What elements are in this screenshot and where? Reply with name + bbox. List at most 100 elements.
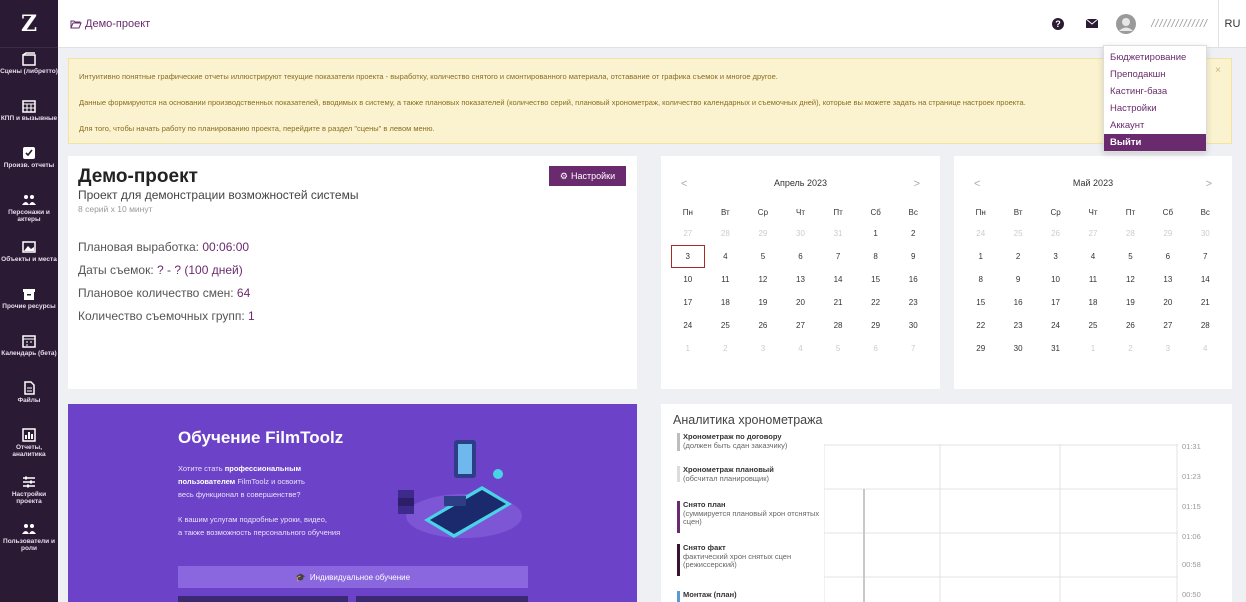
calendar-day[interactable]: 4 [782, 337, 820, 360]
calendar-day[interactable]: 6 [1149, 245, 1186, 268]
sidebar-item[interactable]: Файлы [0, 377, 58, 424]
sidebar-item[interactable]: Произв. отчеты [0, 142, 58, 189]
sidebar-item[interactable]: Отчеты, аналитика [0, 424, 58, 471]
calendar-day[interactable]: 10 [1037, 268, 1074, 291]
calendar-day[interactable]: 29 [962, 337, 999, 360]
calendar-day[interactable]: 25 [707, 314, 745, 337]
calendar-day[interactable]: 19 [744, 291, 782, 314]
calendar-day[interactable]: 27 [1149, 314, 1186, 337]
breadcrumb[interactable]: Демо-проект [70, 18, 150, 30]
calendar-day[interactable]: 11 [1074, 268, 1111, 291]
sidebar-item[interactable]: КПП и вызывные [0, 95, 58, 142]
calendar-day[interactable]: 12 [1112, 268, 1149, 291]
calendar-day[interactable]: 7 [1187, 245, 1224, 268]
calendar-day[interactable]: 26 [1037, 222, 1074, 245]
calendar-day[interactable]: 24 [1037, 314, 1074, 337]
calendar-day[interactable]: 4 [707, 245, 745, 268]
calendar-day[interactable]: 18 [1074, 291, 1111, 314]
calendar-day[interactable]: 26 [744, 314, 782, 337]
sidebar-item[interactable]: Прочие ресурсы [0, 283, 58, 330]
calendar-day[interactable]: 26 [1112, 314, 1149, 337]
user-menu-item[interactable]: Аккаунт [1104, 117, 1206, 134]
calendar-day[interactable]: 19 [1112, 291, 1149, 314]
calendar-day[interactable]: 3 [744, 337, 782, 360]
calendar-day[interactable]: 31 [819, 222, 857, 245]
calendar-day[interactable]: 6 [857, 337, 895, 360]
calendar-day[interactable]: 2 [999, 245, 1036, 268]
calendar-day[interactable]: 29 [1149, 222, 1186, 245]
calendar-day[interactable]: 4 [1187, 337, 1224, 360]
calendar-day[interactable]: 1 [962, 245, 999, 268]
calendar-day[interactable]: 27 [1074, 222, 1111, 245]
promo-tab[interactable] [178, 596, 348, 602]
calendar-day[interactable]: 23 [999, 314, 1036, 337]
calendar-day[interactable]: 20 [1149, 291, 1186, 314]
calendar-day[interactable]: 3 [1149, 337, 1186, 360]
calendar-day[interactable]: 28 [1112, 222, 1149, 245]
calendar-day[interactable]: 5 [744, 245, 782, 268]
calendar-day[interactable]: 8 [962, 268, 999, 291]
calendar-day[interactable]: 29 [744, 222, 782, 245]
user-menu-item[interactable]: Преподакшн [1104, 66, 1206, 83]
sidebar-item[interactable]: Объекты и места [0, 236, 58, 283]
calendar-day[interactable]: 27 [782, 314, 820, 337]
calendar-day[interactable]: 21 [819, 291, 857, 314]
calendar-day[interactable]: 4 [1074, 245, 1111, 268]
calendar-day[interactable]: 11 [707, 268, 745, 291]
calendar-day[interactable]: 30 [999, 337, 1036, 360]
user-menu-item[interactable]: Выйти [1104, 134, 1206, 151]
calendar-day[interactable]: 6 [782, 245, 820, 268]
help-button[interactable]: ? [1041, 0, 1075, 48]
calendar-day[interactable]: 30 [894, 314, 932, 337]
calendar-prev-button[interactable]: < [681, 178, 687, 190]
calendar-day[interactable]: 17 [1037, 291, 1074, 314]
language-switcher[interactable]: RU [1218, 0, 1246, 48]
sidebar-item[interactable]: Пользователи и роли [0, 518, 58, 565]
calendar-day[interactable]: 17 [669, 291, 707, 314]
calendar-day[interactable]: 3 [1037, 245, 1074, 268]
calendar-day[interactable]: 13 [1149, 268, 1186, 291]
calendar-day[interactable]: 2 [894, 222, 932, 245]
calendar-day[interactable]: 5 [1112, 245, 1149, 268]
promo-tab[interactable] [356, 596, 528, 602]
calendar-day[interactable]: 8 [857, 245, 895, 268]
calendar-day[interactable]: 30 [1187, 222, 1224, 245]
breadcrumb-project[interactable]: Демо-проект [85, 18, 150, 30]
calendar-day[interactable]: 23 [894, 291, 932, 314]
calendar-day[interactable]: 10 [669, 268, 707, 291]
calendar-day[interactable]: 12 [744, 268, 782, 291]
calendar-day[interactable]: 28 [819, 314, 857, 337]
calendar-day[interactable]: 5 [819, 337, 857, 360]
alert-close-button[interactable]: × [1215, 65, 1221, 76]
calendar-day[interactable]: 2 [707, 337, 745, 360]
individual-training-button[interactable]: 🎓 Индивидуальное обучение [178, 566, 528, 588]
calendar-day[interactable]: 31 [1037, 337, 1074, 360]
project-settings-button[interactable]: ⚙ Настройки [549, 166, 626, 186]
calendar-day[interactable]: 16 [894, 268, 932, 291]
calendar-day[interactable]: 20 [782, 291, 820, 314]
calendar-next-button[interactable]: > [914, 178, 920, 190]
user-menu-item[interactable]: Настройки [1104, 100, 1206, 117]
calendar-next-button[interactable]: > [1206, 178, 1212, 190]
calendar-day[interactable]: 14 [1187, 268, 1224, 291]
calendar-day[interactable]: 7 [894, 337, 932, 360]
calendar-day[interactable]: 27 [669, 222, 707, 245]
calendar-day[interactable]: 9 [894, 245, 932, 268]
calendar-day[interactable]: 2 [1112, 337, 1149, 360]
user-menu-item[interactable]: Кастинг-база [1104, 83, 1206, 100]
calendar-day[interactable]: 1 [857, 222, 895, 245]
calendar-day[interactable]: 22 [962, 314, 999, 337]
avatar[interactable] [1109, 0, 1143, 48]
calendar-day[interactable]: 24 [962, 222, 999, 245]
calendar-day[interactable]: 24 [669, 314, 707, 337]
calendar-day[interactable]: 9 [999, 268, 1036, 291]
sidebar-item[interactable]: Персонажи и актеры [0, 189, 58, 236]
calendar-day[interactable]: 16 [999, 291, 1036, 314]
calendar-prev-button[interactable]: < [974, 178, 980, 190]
sidebar-item[interactable]: Сцены (либретто) [0, 48, 58, 95]
calendar-day[interactable]: 15 [857, 268, 895, 291]
calendar-day[interactable]: 21 [1187, 291, 1224, 314]
calendar-day[interactable]: 30 [782, 222, 820, 245]
calendar-day[interactable]: 25 [1074, 314, 1111, 337]
sidebar-item[interactable]: Настройки проекта [0, 471, 58, 518]
